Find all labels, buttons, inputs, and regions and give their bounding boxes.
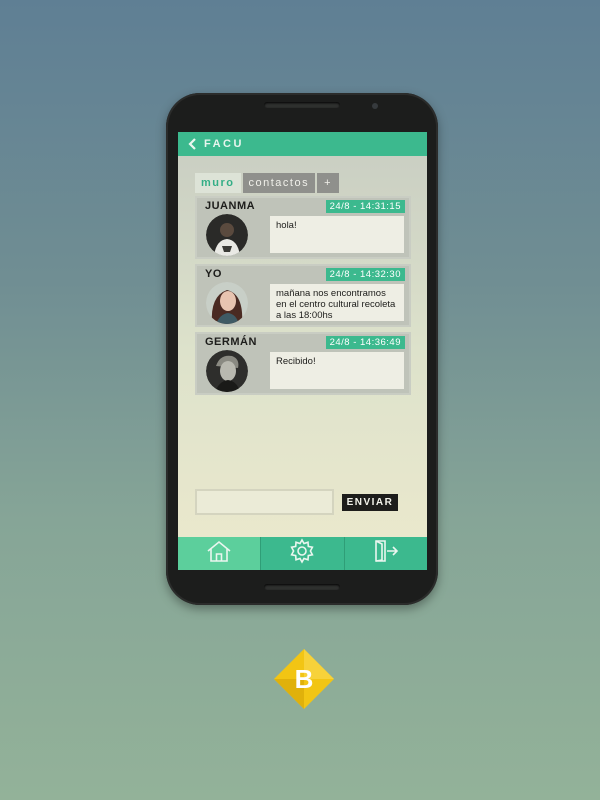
tab-bar: muro contactos + bbox=[195, 173, 341, 193]
gear-icon bbox=[289, 538, 315, 569]
tab-muro[interactable]: muro bbox=[195, 173, 241, 193]
sender-name: JUANMA bbox=[205, 200, 256, 212]
message-card: YO 24/8 - 14:32:30 mañana nos encontramo… bbox=[195, 264, 411, 327]
bottom-nav bbox=[178, 537, 427, 570]
phone-frame: FACU muro contactos + JUANMA 24/8 - 14:3… bbox=[166, 93, 438, 605]
sender-name: GERMÁN bbox=[205, 336, 257, 348]
top-speaker bbox=[264, 102, 340, 108]
app-bar: FACU bbox=[178, 132, 427, 156]
message-feed: JUANMA 24/8 - 14:31:15 hola! YO 24/8 - 1… bbox=[195, 196, 411, 400]
sender-name: YO bbox=[205, 268, 222, 280]
add-tab-button[interactable]: + bbox=[317, 173, 340, 193]
message-text: Recibido! bbox=[270, 352, 404, 389]
back-chevron-icon[interactable] bbox=[183, 132, 201, 156]
logo-letter: B bbox=[295, 664, 314, 694]
avatar-german[interactable] bbox=[206, 350, 248, 392]
message-text: mañana nos encontramos en el centro cult… bbox=[270, 284, 404, 321]
front-camera bbox=[372, 103, 378, 109]
tab-contactos[interactable]: contactos bbox=[242, 173, 316, 193]
message-card: GERMÁN 24/8 - 14:36:49 Recibido! bbox=[195, 332, 411, 395]
avatar-juanma[interactable] bbox=[206, 214, 248, 256]
nav-home-button[interactable] bbox=[178, 537, 261, 570]
timestamp-badge: 24/8 - 14:31:15 bbox=[325, 200, 405, 213]
message-input[interactable] bbox=[195, 489, 334, 515]
message-text: hola! bbox=[270, 216, 404, 253]
nav-logout-button[interactable] bbox=[343, 537, 427, 570]
timestamp-badge: 24/8 - 14:36:49 bbox=[325, 336, 405, 349]
app-title: FACU bbox=[204, 138, 244, 150]
bottom-speaker bbox=[264, 584, 340, 590]
home-icon bbox=[206, 540, 232, 567]
app-screen: FACU muro contactos + JUANMA 24/8 - 14:3… bbox=[178, 132, 427, 570]
timestamp-badge: 24/8 - 14:32:30 bbox=[325, 268, 405, 281]
send-button[interactable]: ENVIAR bbox=[342, 494, 398, 511]
message-card: JUANMA 24/8 - 14:31:15 hola! bbox=[195, 196, 411, 259]
avatar-yo[interactable] bbox=[206, 282, 248, 324]
brand-logo-icon: B bbox=[271, 646, 337, 712]
nav-settings-button[interactable] bbox=[260, 537, 344, 570]
logout-icon bbox=[373, 539, 399, 568]
